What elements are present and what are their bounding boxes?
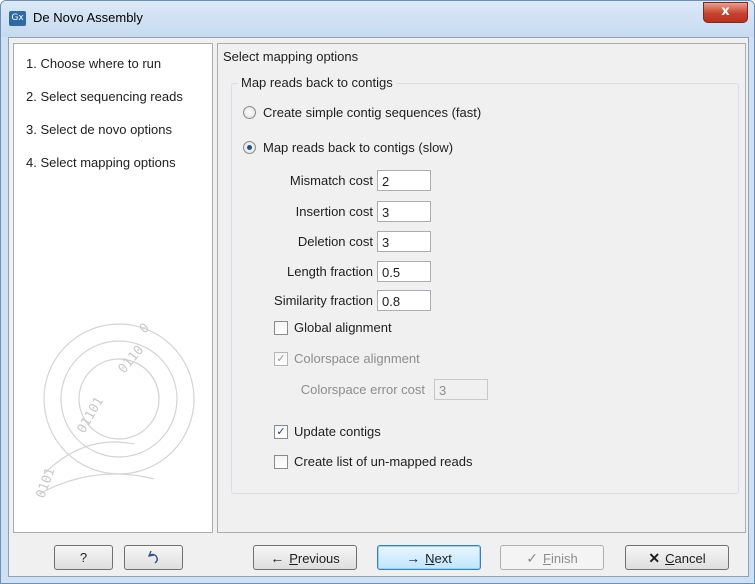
colorspace-alignment-checkbox[interactable]: ✓	[274, 352, 288, 366]
update-contigs-checkbox[interactable]: ✓	[274, 425, 288, 439]
finish-accel: F	[543, 551, 551, 566]
svg-text:0110: 0110	[116, 343, 148, 377]
next-label: ext	[434, 551, 452, 566]
group-title: Map reads back to contigs	[238, 75, 396, 90]
step-select-de-novo-options: 3. Select de novo options	[26, 122, 172, 137]
cancel-label: ancel	[674, 551, 706, 566]
previous-button[interactable]: ← Previous	[253, 545, 357, 570]
length-fraction-input[interactable]: 0.5	[377, 261, 431, 282]
step-choose-where-to-run: 1. Choose where to run	[26, 56, 162, 71]
help-label: ?	[79, 550, 88, 565]
title-bar[interactable]: Gx De Novo Assembly x	[1, 1, 754, 37]
close-button[interactable]: x	[703, 2, 748, 23]
checkmark-icon: ✓	[526, 550, 539, 566]
cancel-accel: C	[665, 551, 675, 566]
insertion-cost-label: Insertion cost	[295, 204, 373, 219]
app-logo-icon: Gx	[9, 11, 26, 26]
global-alignment-checkbox[interactable]	[274, 321, 288, 335]
update-contigs-label: Update contigs	[294, 424, 381, 439]
arrow-left-icon: ←	[270, 550, 285, 566]
undo-icon	[147, 550, 158, 564]
reset-button[interactable]	[124, 545, 183, 570]
colorspace-alignment-option[interactable]: ✓ Colorspace alignment	[274, 351, 474, 367]
unmapped-reads-option[interactable]: Create list of un-mapped reads	[274, 454, 534, 470]
next-accel: N	[425, 551, 435, 566]
simple-contig-label: Create simple contig sequences (fast)	[263, 105, 482, 120]
insertion-cost-input[interactable]: 3	[377, 201, 431, 222]
mismatch-cost-input[interactable]: 2	[377, 170, 431, 191]
cancel-button[interactable]: ✕ Cancel	[625, 545, 729, 570]
colorspace-error-cost-input[interactable]: 3	[434, 379, 488, 400]
map-reads-radio[interactable]	[243, 141, 256, 154]
previous-label: revious	[297, 551, 340, 566]
unmapped-reads-label: Create list of un-mapped reads	[294, 454, 473, 469]
finish-label: inish	[550, 551, 578, 566]
map-reads-radio-option[interactable]: Map reads back to contigs (slow)	[243, 140, 543, 156]
dialog-window: Gx De Novo Assembly x 1. Choose where to…	[0, 0, 755, 584]
wizard-steps-panel: 1. Choose where to run 2. Select sequenc…	[13, 43, 213, 533]
step-select-sequencing-reads: 2. Select sequencing reads	[26, 89, 183, 104]
previous-accel: P	[289, 551, 298, 566]
colorspace-error-cost-label: Colorspace error cost	[300, 382, 425, 397]
simple-contig-radio[interactable]	[243, 106, 256, 119]
cancel-x-icon: ✕	[648, 550, 661, 566]
dialog-body: 1. Choose where to run 2. Select sequenc…	[8, 37, 749, 577]
arrow-right-icon: →	[406, 550, 421, 566]
unmapped-reads-checkbox[interactable]	[274, 455, 288, 469]
colorspace-alignment-label: Colorspace alignment	[294, 351, 420, 366]
mismatch-cost-label: Mismatch cost	[289, 173, 373, 188]
finish-button[interactable]: ✓ Finish	[500, 545, 604, 570]
similarity-fraction-input[interactable]: 0.8	[377, 290, 431, 311]
deletion-cost-input[interactable]: 3	[377, 231, 431, 252]
step-select-mapping-options: 4. Select mapping options	[26, 155, 176, 170]
section-title: Select mapping options	[223, 49, 359, 64]
map-reads-label: Map reads back to contigs (slow)	[263, 140, 454, 155]
next-button[interactable]: → Next	[377, 545, 481, 570]
deletion-cost-label: Deletion cost	[297, 234, 373, 249]
global-alignment-option[interactable]: Global alignment	[274, 320, 474, 336]
similarity-fraction-label: Similarity fraction	[274, 293, 373, 308]
help-button[interactable]: ?	[54, 545, 113, 570]
simple-contig-radio-option[interactable]: Create simple contig sequences (fast)	[243, 105, 543, 121]
global-alignment-label: Global alignment	[294, 320, 392, 335]
update-contigs-option[interactable]: ✓ Update contigs	[274, 424, 474, 440]
decorative-spiral-logo: 0 0110 01101 0101	[34, 321, 195, 501]
svg-text:0: 0	[137, 321, 153, 338]
svg-text:0101: 0101	[34, 466, 59, 501]
mapping-options-panel: Select mapping options Map reads back to…	[217, 43, 746, 533]
length-fraction-label: Length fraction	[286, 264, 373, 279]
window-title: De Novo Assembly	[33, 10, 143, 25]
